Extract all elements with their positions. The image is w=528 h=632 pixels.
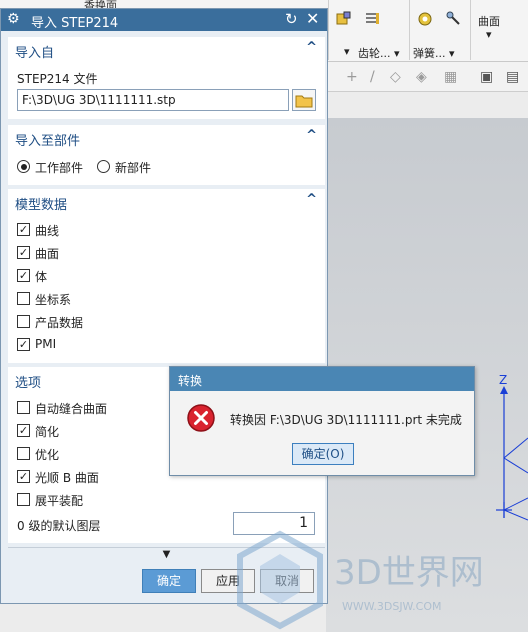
- close-icon[interactable]: ✕: [306, 9, 319, 28]
- checkbox-label: 优化: [35, 448, 60, 462]
- view-icon[interactable]: ▣: [480, 69, 493, 85]
- watermark-url: WWW.3DSJW.COM: [342, 600, 442, 613]
- checkbox-label: 光顺 B 曲面: [35, 471, 99, 485]
- grid-icon[interactable]: ▦: [444, 69, 457, 85]
- checkbox-box: ✓: [17, 223, 30, 236]
- checkbox-label: 简化: [35, 425, 60, 439]
- checkbox-label: 曲线: [35, 224, 60, 238]
- ribbon-separator: [409, 0, 410, 60]
- gear-tooth-icon[interactable]: [336, 11, 352, 27]
- group-title: 导入自: [15, 46, 55, 61]
- watermark-hexagon-icon: 3D世界网 WWW.3DSJW.COM: [237, 530, 484, 630]
- body-icon[interactable]: ◈: [416, 69, 427, 85]
- line-icon[interactable]: /: [370, 69, 375, 85]
- watermark-logo: 3D世界网 WWW.3DSJW.COM: [230, 528, 528, 632]
- checkbox-box: [17, 493, 30, 506]
- z-axis-label: Z: [499, 373, 507, 387]
- settings-icon[interactable]: ⚙: [7, 11, 20, 27]
- group-title: 选项: [15, 376, 42, 391]
- popup-title: 转换: [178, 374, 203, 388]
- ribbon-item-gear[interactable]: 齿轮... ▾: [358, 45, 400, 61]
- spring-icon[interactable]: [364, 11, 380, 27]
- checkbox-box: ✓: [17, 470, 30, 483]
- nut-icon[interactable]: [417, 11, 433, 27]
- collapse-icon[interactable]: ^: [306, 192, 317, 207]
- popup-title-bar[interactable]: 转换: [170, 367, 474, 391]
- browse-folder-button[interactable]: [292, 89, 316, 111]
- group-header[interactable]: 模型数据 ^: [8, 189, 325, 213]
- checkbox-box: [17, 447, 30, 460]
- group-header[interactable]: 导入自 ^: [8, 37, 325, 61]
- collapse-icon[interactable]: ^: [306, 128, 317, 143]
- file-path-value: F:\3D\UG 3D\1111111.stp: [22, 93, 176, 107]
- popup-message: 转换因 F:\3D\UG 3D\1111111.prt 未完成: [230, 413, 462, 427]
- plus-icon[interactable]: +: [346, 69, 358, 85]
- error-icon: [187, 404, 215, 432]
- group-header[interactable]: 导入至部件 ^: [8, 125, 325, 149]
- radio-dot: [97, 160, 110, 173]
- radio-label: 工作部件: [35, 161, 84, 175]
- group-import-to-part: 导入至部件 ^ 工作部件 新部件: [8, 125, 325, 185]
- checkbox-label: 坐标系: [35, 293, 72, 307]
- popup-ok-button[interactable]: 确定(O): [292, 443, 354, 465]
- dialog-title: 导入 STEP214: [31, 16, 119, 31]
- file-label: STEP214 文件: [17, 72, 98, 86]
- ribbon-separator: [328, 0, 329, 60]
- checkbox-box: ✓: [17, 424, 30, 437]
- expand-down-icon: ▼: [162, 549, 171, 560]
- group-title: 导入至部件: [15, 134, 81, 149]
- checkbox-box: ✓: [17, 246, 30, 259]
- checkbox-box: [17, 401, 30, 414]
- checkbox-label: 产品数据: [35, 316, 84, 330]
- watermark-brand: 3D世界网: [334, 553, 484, 593]
- radio-label: 新部件: [115, 161, 152, 175]
- checkbox-label: 曲面: [35, 247, 60, 261]
- checkbox-label: 自动缝合曲面: [35, 402, 108, 416]
- ribbon-item-spring[interactable]: 弹簧... ▾: [413, 45, 455, 61]
- checkbox-label: 体: [35, 270, 48, 284]
- default-layer-label: 0 级的默认图层: [17, 519, 101, 533]
- file-path-input[interactable]: F:\3D\UG 3D\1111111.stp: [17, 89, 289, 111]
- chevron-down-icon[interactable]: ▾: [486, 28, 492, 41]
- ribbon-item-surface[interactable]: 曲面: [478, 13, 500, 29]
- ribbon-separator: [470, 0, 471, 60]
- checkbox-box: ✓: [17, 269, 30, 282]
- collapse-icon[interactable]: ^: [306, 40, 317, 55]
- checkbox-label: 展平装配: [35, 494, 84, 508]
- ok-button[interactable]: 确定: [142, 569, 196, 593]
- chevron-down-icon[interactable]: ▾: [344, 45, 350, 58]
- conversion-error-popup: 转换 转换因 F:\3D\UG 3D\1111111.prt 未完成 确定(O): [169, 366, 475, 476]
- radio-dot: [17, 160, 30, 173]
- checkbox-box: [17, 292, 30, 305]
- pin-tool-icon[interactable]: [446, 11, 462, 27]
- import-step214-dialog: ⚙ 导入 STEP214 ↻ ✕ 导入自 ^ STEP214 文件 F:\3D\…: [0, 8, 328, 604]
- group-model-data: 模型数据 ^ ✓ 曲线 ✓ 曲面 ✓ 体 坐标系 产品数据 ✓ PMI: [8, 189, 325, 363]
- checkbox-box: ✓: [17, 338, 30, 351]
- layer-icon[interactable]: ▤: [506, 69, 519, 85]
- checkbox-label: PMI: [35, 337, 57, 351]
- checkbox-box: [17, 315, 30, 328]
- viewport-header-strip: [326, 92, 528, 118]
- group-title: 模型数据: [15, 198, 68, 213]
- group-import-from: 导入自 ^ STEP214 文件 F:\3D\UG 3D\1111111.stp: [8, 37, 325, 119]
- selection-toolbar: + / ◇ ◈ ▦ ▣ ▤: [326, 62, 528, 92]
- face-icon[interactable]: ◇: [390, 69, 401, 85]
- dialog-title-bar[interactable]: ⚙ 导入 STEP214 ↻ ✕: [1, 9, 327, 31]
- folder-icon: [295, 95, 313, 108]
- reset-icon[interactable]: ↻: [285, 10, 298, 28]
